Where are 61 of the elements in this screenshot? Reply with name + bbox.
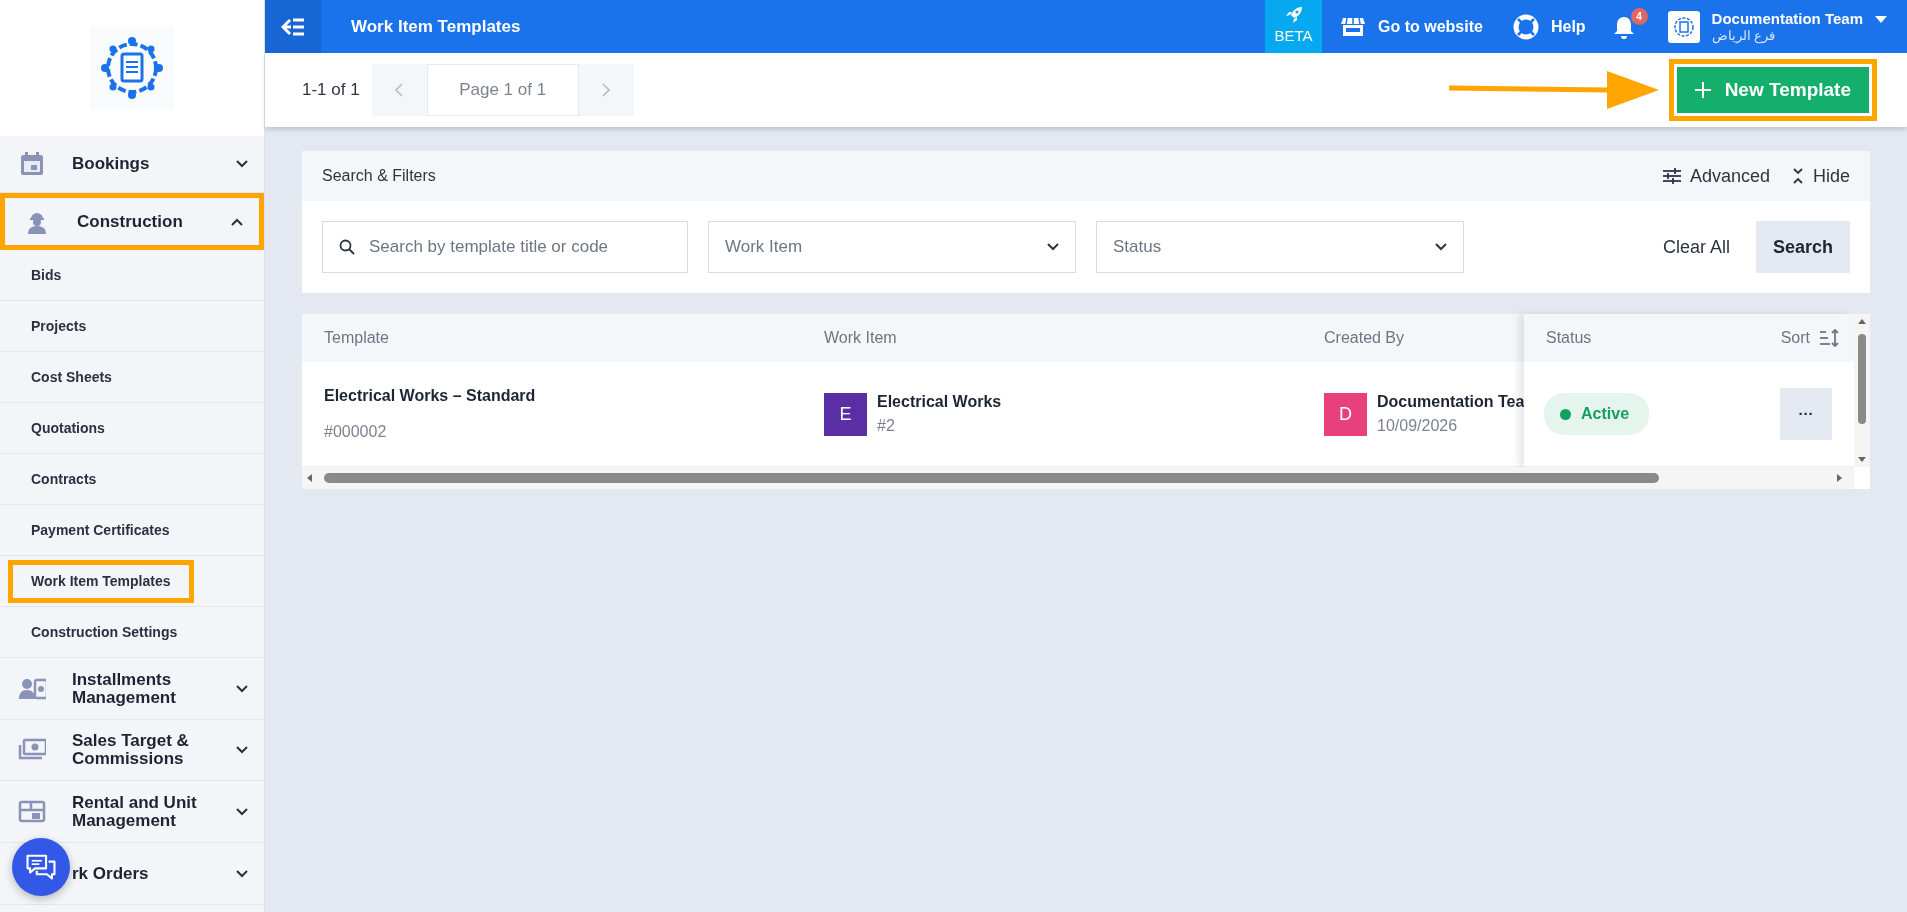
submenu-link[interactable]: Contracts [8, 457, 120, 501]
chat-icon [25, 852, 57, 882]
rocket-icon [1283, 5, 1304, 26]
horizontal-scrollbar[interactable] [302, 467, 1854, 489]
lifebuoy-icon [1512, 13, 1539, 40]
column-header: Work Item [823, 328, 898, 348]
search-box[interactable]: Search by template title or code [322, 221, 688, 273]
column-header: Created By [1323, 328, 1406, 348]
menu-collapse-icon [281, 17, 305, 36]
chevron-left-icon [395, 83, 404, 97]
select-field[interactable]: Work Item [708, 221, 1076, 273]
dropdown-caret-icon [1875, 15, 1887, 24]
column-header: Template [323, 328, 390, 348]
submenu-link[interactable]: Cost Sheets [8, 355, 135, 399]
collapse-icon [1791, 168, 1804, 184]
created-date: 10/09/2026 [1377, 416, 1459, 436]
plus-icon [1694, 82, 1711, 98]
vertical-scrollbar[interactable] [1854, 314, 1870, 467]
sidebar-item[interactable]: Construction [0, 193, 264, 250]
avatar: E [824, 392, 867, 436]
submenu-link[interactable]: Payment Certificates [8, 508, 193, 552]
search-button[interactable]: Search [1756, 221, 1850, 273]
header-link[interactable]: Help [1512, 13, 1586, 40]
submenu-link[interactable]: Construction Settings [8, 610, 201, 654]
submenu-link[interactable]: Projects [8, 304, 110, 348]
record-range: 1-1 of 1 [302, 79, 360, 102]
clear-all-button[interactable]: Clear All [1656, 232, 1736, 262]
sort-button[interactable]: Sort [1780, 326, 1840, 350]
organization-logo-icon [1671, 14, 1696, 39]
header-link[interactable]: Go to website [1340, 13, 1483, 40]
avatar: D [1324, 392, 1367, 436]
submenu-link[interactable]: Quotations [8, 406, 128, 450]
work-item-name: Electrical Works [877, 392, 1002, 412]
hide-filters-button[interactable]: Hide [1791, 162, 1850, 190]
page-title: Work Item Templates [351, 15, 522, 38]
chevron-right-icon [602, 83, 611, 97]
select-field[interactable]: Status [1096, 221, 1464, 273]
search-field[interactable]: Search by template title or code [367, 233, 671, 261]
collapse-menu-button[interactable] [265, 0, 321, 53]
submenu-link[interactable]: Bids [8, 253, 85, 297]
logo-icon [90, 26, 174, 110]
template-title: Electrical Works – Standard [324, 386, 537, 406]
calendar-icon [18, 150, 46, 178]
dropdown-chevron-icon [1047, 243, 1059, 251]
advanced-filters-button[interactable]: Advanced [1662, 162, 1770, 190]
account-name: Documentation Team [1711, 9, 1863, 28]
branch-name: فرع الرياض [1711, 27, 1777, 44]
creator-name: Documentation Tea [1377, 392, 1525, 412]
search-icon [339, 239, 355, 255]
more-actions-button[interactable]: ··· [1780, 388, 1832, 440]
submenu-link[interactable]: Work Item Templates [8, 559, 194, 603]
sort-icon [1820, 329, 1840, 347]
page-indicator: Page 1 of 1 [426, 64, 579, 116]
notification-count: 4 [1630, 8, 1648, 25]
dropdown-chevron-icon [1435, 243, 1447, 251]
column-header: Status [1546, 328, 1592, 348]
sliders-icon [1662, 168, 1681, 184]
work-item-number: #2 [877, 416, 896, 436]
template-code: #000002 [324, 422, 388, 442]
filters-title: Search & Filters [322, 166, 437, 186]
status-badge: Active [1544, 393, 1650, 435]
